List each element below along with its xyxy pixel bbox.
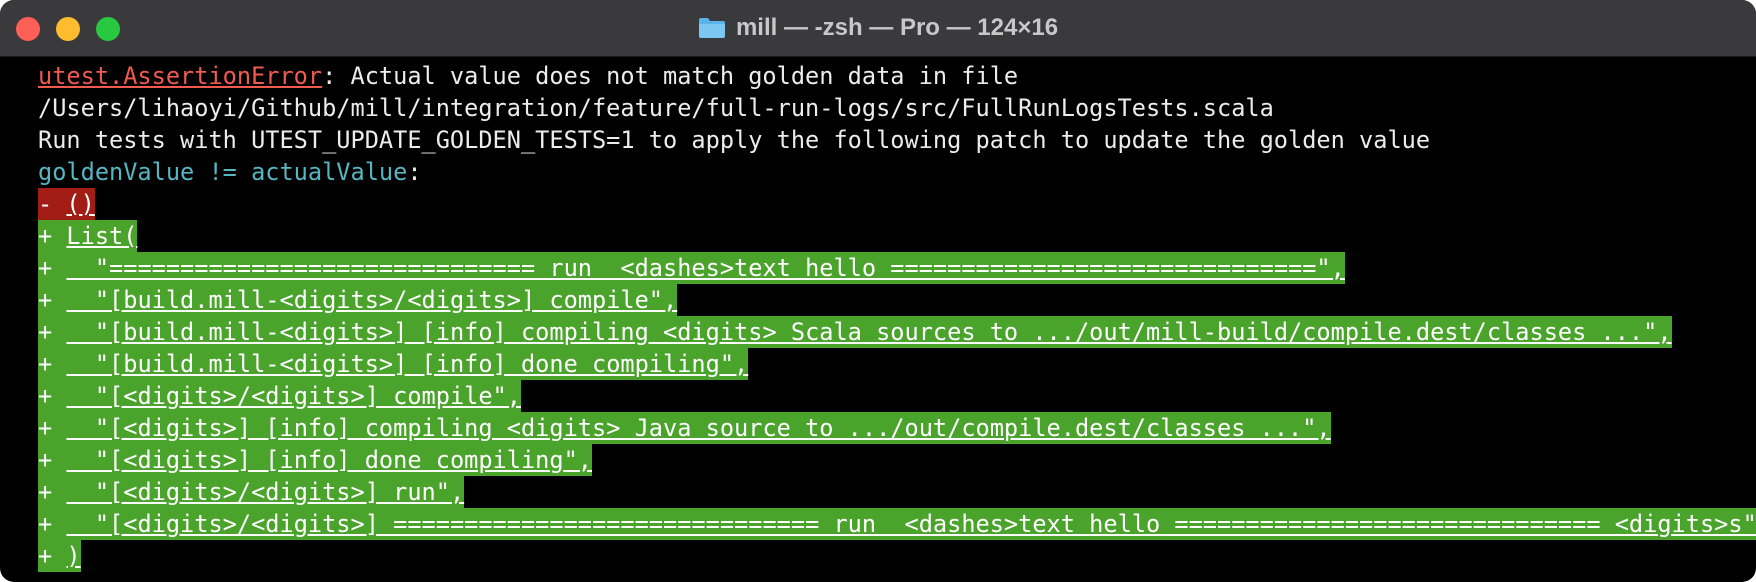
diff-added-line: + "[<digits>/<digits>] compile", bbox=[38, 380, 521, 412]
error-message: : Actual value does not match golden dat… bbox=[322, 62, 1019, 90]
diff-text: "[<digits>/<digits>] run", bbox=[66, 478, 465, 506]
diff-prefix: + bbox=[38, 222, 67, 250]
diff-text: "[build.mill-<digits>] [info] done compi… bbox=[66, 350, 749, 378]
file-path-line: /Users/lihaoyi/Github/mill/integration/f… bbox=[38, 94, 1274, 122]
diff-text: "============================== run <das… bbox=[66, 254, 1345, 282]
diff-added-line: + "============================== run <d… bbox=[38, 252, 1345, 284]
diff-text: "[<digits>/<digits>] ===================… bbox=[66, 510, 1756, 538]
terminal-output[interactable]: utest.AssertionError: Actual value does … bbox=[0, 56, 1756, 582]
diff-prefix: + bbox=[38, 382, 67, 410]
error-line: utest.AssertionError: Actual value does … bbox=[38, 60, 1018, 92]
diff-text: "[build.mill-<digits>] [info] compiling … bbox=[66, 318, 1672, 346]
diff-text: ) bbox=[66, 542, 81, 570]
diff-text: "[<digits>] [info] done compiling", bbox=[66, 446, 592, 474]
folder-icon bbox=[698, 17, 726, 39]
diff-added-line: + "[build.mill-<digits>] [info] compilin… bbox=[38, 316, 1672, 348]
comparison-expr: goldenValue != actualValue bbox=[38, 158, 408, 186]
diff-added-line: + "[<digits>] [info] compiling <digits> … bbox=[38, 412, 1331, 444]
diff-added-line: + "[build.mill-<digits>/<digits>] compil… bbox=[38, 284, 678, 316]
diff-added-line: + "[<digits>/<digits>] =================… bbox=[38, 508, 1756, 540]
diff-prefix: + bbox=[38, 414, 67, 442]
diff-prefix: + bbox=[38, 318, 67, 346]
diff-prefix: + bbox=[38, 350, 67, 378]
diff-text: () bbox=[66, 190, 95, 218]
comparison-line: goldenValue != actualValue: bbox=[38, 156, 422, 188]
error-type: utest.AssertionError bbox=[38, 62, 323, 90]
diff-prefix: + bbox=[38, 510, 67, 538]
diff-added-line: + "[<digits>] [info] done compiling", bbox=[38, 444, 592, 476]
diff-added-line: + "[build.mill-<digits>] [info] done com… bbox=[38, 348, 749, 380]
diff-prefix: - bbox=[38, 190, 67, 218]
diff-prefix: + bbox=[38, 542, 67, 570]
window-title-area: mill — -zsh — Pro — 124×16 bbox=[0, 0, 1756, 56]
instruction-line: Run tests with UTEST_UPDATE_GOLDEN_TESTS… bbox=[38, 126, 1431, 154]
diff-removed-line: - () bbox=[38, 188, 95, 220]
diff-text: "[<digits>] [info] compiling <digits> Ja… bbox=[66, 414, 1331, 442]
comparison-colon: : bbox=[407, 158, 422, 186]
diff-prefix: + bbox=[38, 478, 67, 506]
diff-prefix: + bbox=[38, 254, 67, 282]
diff-added-line: + ) bbox=[38, 540, 81, 572]
diff-added-line: + List( bbox=[38, 220, 138, 252]
title-bar[interactable]: mill — -zsh — Pro — 124×16 bbox=[0, 0, 1756, 57]
diff-prefix: + bbox=[38, 286, 67, 314]
terminal-window: mill — -zsh — Pro — 124×16 utest.Asserti… bbox=[0, 0, 1756, 582]
diff-text: List( bbox=[66, 222, 138, 250]
diff-text: "[build.mill-<digits>/<digits>] compile"… bbox=[66, 286, 678, 314]
window-title: mill — -zsh — Pro — 124×16 bbox=[735, 14, 1059, 41]
diff-added-line: + "[<digits>/<digits>] run", bbox=[38, 476, 465, 508]
diff-prefix: + bbox=[38, 446, 67, 474]
diff-text: "[<digits>/<digits>] compile", bbox=[66, 382, 521, 410]
